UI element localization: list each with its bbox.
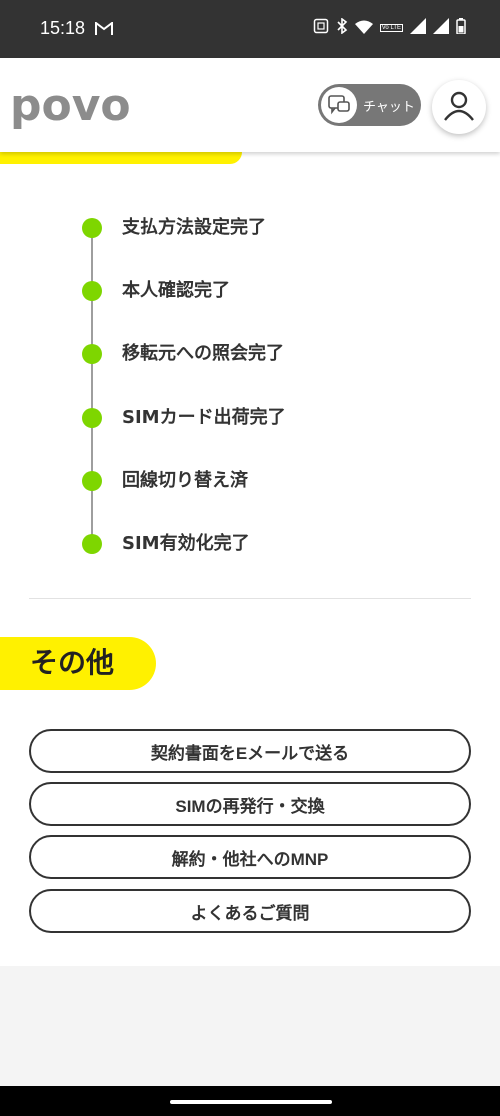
timeline-line [91,228,93,544]
send-contract-email-button[interactable]: 契約書面をEメールで送る [29,729,471,773]
signal-icon [410,18,426,38]
step-label: 支払方法設定完了 [122,217,266,238]
wifi-icon [354,19,373,38]
povo-logo[interactable]: povo [10,84,131,128]
home-gesture-handle[interactable] [170,1100,332,1104]
faq-button[interactable]: よくあるご質問 [29,889,471,933]
timeline-step: 本人確認完了 [82,280,230,302]
section-divider [29,598,471,599]
lte-badge: Vo LTE [379,24,403,32]
step-label: SIMカード出荷完了 [122,407,286,428]
step-complete-dot [82,471,102,491]
user-icon [442,88,476,126]
step-label: 本人確認完了 [122,280,230,301]
chat-label: チャット [363,99,415,115]
status-time: 15:18 [40,18,86,38]
signal-icon [433,18,449,38]
main-content: 支払方法設定完了 本人確認完了 移転元への照会完了 SIMカード出荷完了 回線切… [0,152,500,966]
timeline-step: SIM有効化完了 [82,533,250,555]
chat-icon [321,87,357,123]
bluetooth-icon [336,17,348,38]
step-complete-dot [82,408,102,428]
sim-reissue-button[interactable]: SIMの再発行・交換 [29,782,471,826]
timeline-step: 移転元への照会完了 [82,343,284,365]
step-label: 回線切り替え済 [122,470,248,491]
status-bar: 15:18 Vo LTE [0,0,500,58]
battery-icon [456,18,466,38]
timeline-step: 回線切り替え済 [82,470,248,492]
gmail-icon [95,21,113,40]
step-label: 移転元への照会完了 [122,343,284,364]
step-complete-dot [82,534,102,554]
nfc-icon [313,18,329,38]
timeline-step: 支払方法設定完了 [82,217,266,239]
section-tab-decoration [0,152,242,164]
timeline-step: SIMカード出荷完了 [82,407,286,429]
status-icons: Vo LTE [313,17,466,38]
step-label: SIM有効化完了 [122,533,250,554]
step-complete-dot [82,218,102,238]
section-title: その他 [30,646,115,679]
cancel-mnp-button[interactable]: 解約・他社へのMNP [29,835,471,879]
step-complete-dot [82,344,102,364]
app-header: povo チャット [0,58,500,152]
system-nav-bar [0,1086,500,1116]
step-complete-dot [82,281,102,301]
chat-button[interactable]: チャット [318,84,421,126]
account-button[interactable] [432,80,486,134]
